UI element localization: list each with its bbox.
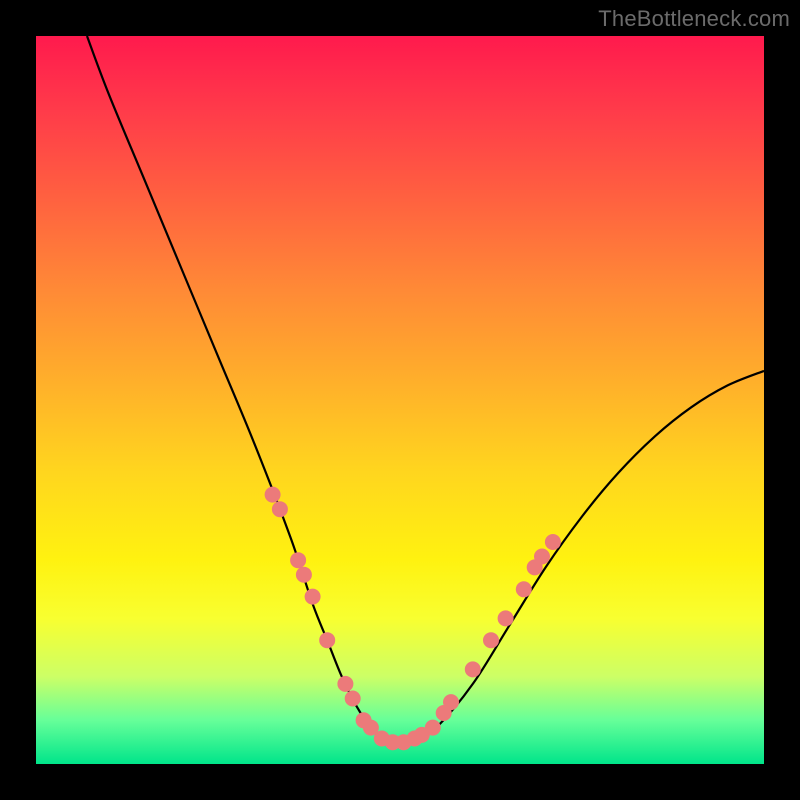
chart-plot-area	[36, 36, 764, 764]
curve-marker	[443, 694, 459, 710]
curve-marker	[498, 610, 514, 626]
curve-marker	[465, 661, 481, 677]
curve-marker	[483, 632, 499, 648]
curve-marker	[319, 632, 335, 648]
curve-marker	[425, 720, 441, 736]
curve-marker	[272, 501, 288, 517]
curve-marker	[545, 534, 561, 550]
watermark-text: TheBottleneck.com	[598, 6, 790, 32]
curve-marker	[345, 691, 361, 707]
chart-svg	[36, 36, 764, 764]
curve-marker	[265, 487, 281, 503]
curve-marker	[516, 581, 532, 597]
curve-marker	[290, 552, 306, 568]
curve-marker	[296, 567, 312, 583]
curve-markers	[265, 487, 561, 751]
curve-line	[87, 36, 764, 746]
curve-marker	[337, 676, 353, 692]
curve-marker	[534, 549, 550, 565]
chart-frame: TheBottleneck.com	[0, 0, 800, 800]
curve-marker	[305, 589, 321, 605]
